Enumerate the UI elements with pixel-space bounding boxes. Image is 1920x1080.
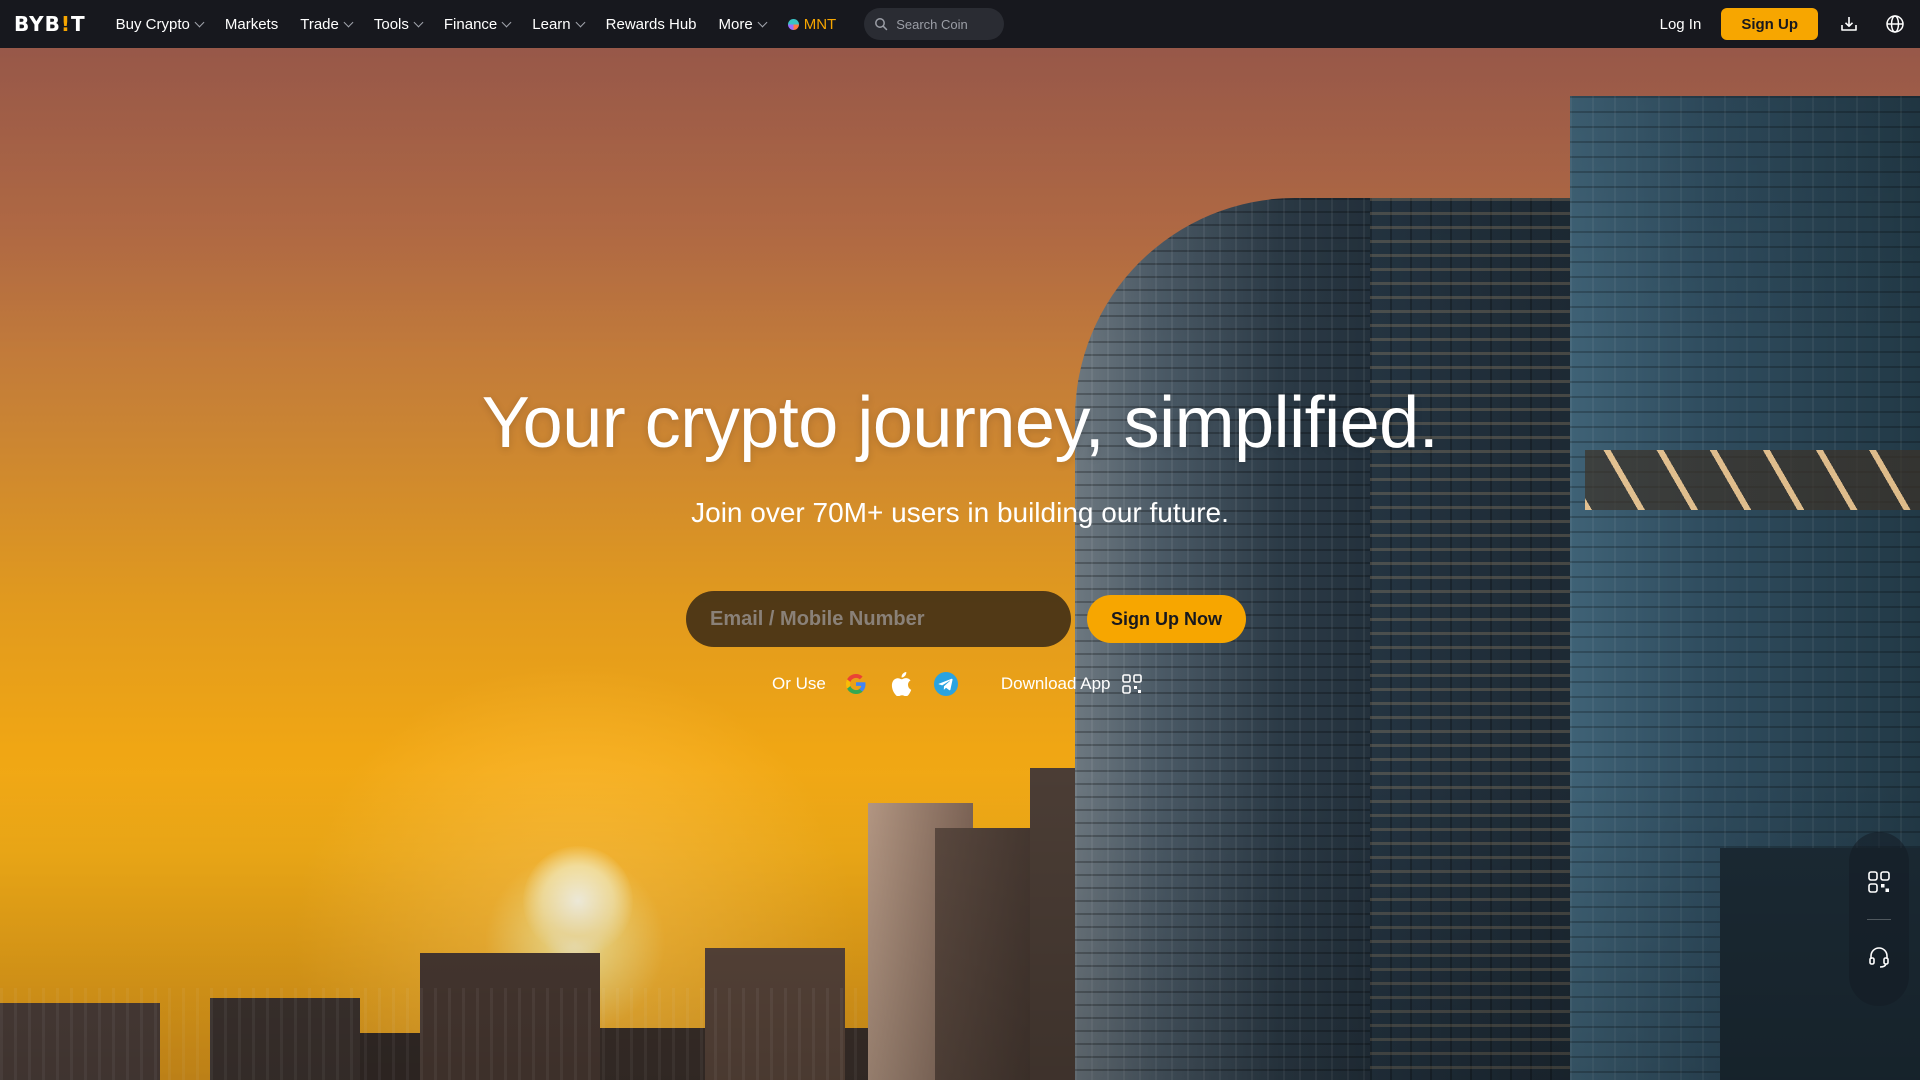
qr-code-icon bbox=[1122, 674, 1143, 694]
floating-widget bbox=[1849, 832, 1909, 1006]
nav-item-markets[interactable]: Markets bbox=[225, 16, 278, 33]
nav-item-finance[interactable]: Finance bbox=[444, 16, 512, 33]
nav-item-rewards-hub[interactable]: Rewards Hub bbox=[606, 16, 697, 33]
globe-icon[interactable] bbox=[1884, 13, 1906, 35]
search-input[interactable] bbox=[896, 16, 992, 32]
email-field[interactable] bbox=[686, 591, 1071, 647]
telegram-icon[interactable] bbox=[932, 670, 960, 698]
support-headset-icon[interactable] bbox=[1866, 944, 1892, 970]
chevron-down-icon bbox=[194, 17, 205, 27]
bybit-logo[interactable]: BYB! T bbox=[14, 12, 86, 36]
hero-title: Your crypto journey, simplified. bbox=[481, 383, 1439, 463]
nav-right: Log In Sign Up bbox=[1660, 8, 1906, 40]
nav-item-learn[interactable]: Learn bbox=[532, 16, 586, 33]
mnt-token-icon bbox=[787, 18, 799, 30]
chevron-down-icon bbox=[343, 17, 354, 27]
signup-now-button[interactable]: Sign Up Now bbox=[1087, 595, 1246, 643]
search-icon bbox=[875, 18, 888, 31]
top-nav: BYB! T Buy Crypto Markets Trade Tools Fin… bbox=[0, 0, 1920, 48]
download-app-label: Download App bbox=[1000, 674, 1111, 693]
login-link[interactable]: Log In bbox=[1660, 16, 1702, 33]
chevron-down-icon bbox=[501, 17, 512, 27]
nav-item-trade[interactable]: Trade bbox=[300, 16, 354, 33]
chevron-down-icon bbox=[757, 17, 768, 27]
or-use-label: Or Use bbox=[772, 674, 826, 693]
nav-links: Buy Crypto Markets Trade Tools Finance L… bbox=[116, 8, 1005, 40]
apple-icon[interactable] bbox=[887, 670, 915, 698]
qr-code-icon[interactable] bbox=[1866, 869, 1892, 895]
hero-subtitle: Join over 70M+ users in building our fut… bbox=[691, 497, 1229, 528]
signup-form: Sign Up Now bbox=[686, 591, 1246, 647]
alt-signup-row: Or Use Download App bbox=[772, 670, 1143, 698]
hero-background bbox=[0, 48, 1920, 1080]
signup-button[interactable]: Sign Up bbox=[1721, 8, 1818, 40]
chevron-down-icon bbox=[413, 17, 424, 27]
mnt-token-link[interactable]: MNT bbox=[787, 16, 836, 33]
google-icon[interactable] bbox=[842, 670, 870, 698]
vignette-overlay bbox=[0, 48, 1920, 1080]
nav-item-buy-crypto[interactable]: Buy Crypto bbox=[116, 16, 205, 33]
search-box[interactable] bbox=[864, 8, 1005, 40]
download-icon[interactable] bbox=[1838, 13, 1860, 35]
chevron-down-icon bbox=[575, 17, 586, 27]
divider bbox=[1867, 918, 1891, 920]
nav-item-more[interactable]: More bbox=[719, 16, 768, 33]
nav-item-tools[interactable]: Tools bbox=[374, 16, 424, 33]
download-app-link[interactable]: Download App bbox=[1001, 674, 1143, 694]
